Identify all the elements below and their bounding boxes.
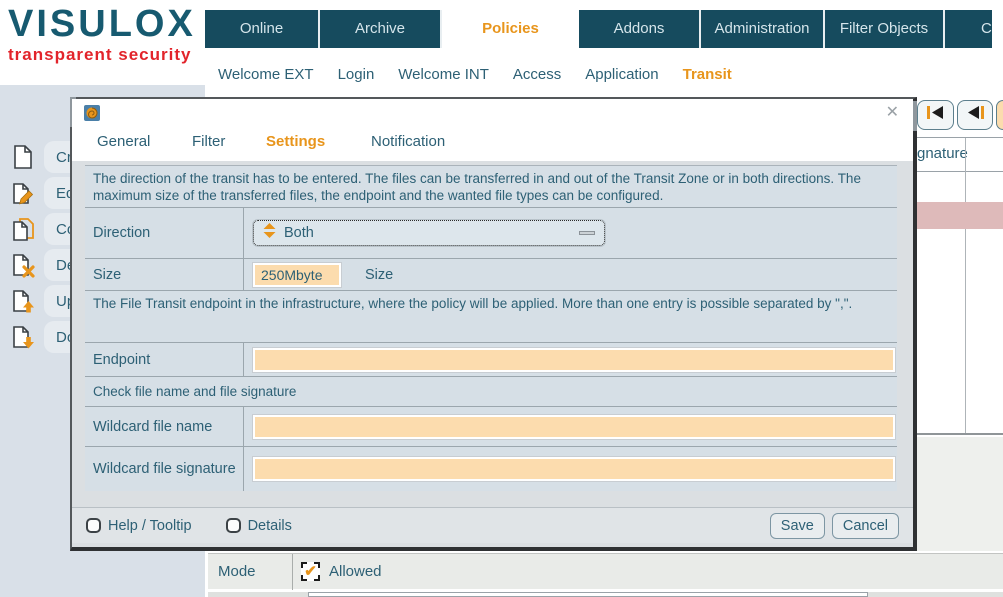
first-page-button[interactable] (917, 100, 954, 130)
mode-value: Allowed (329, 563, 382, 580)
logo-subtitle: transparent security (8, 45, 203, 65)
document-delete-icon (10, 252, 36, 278)
cancel-button[interactable]: Cancel (832, 513, 899, 539)
mode-form-row: Mode ✔ Allowed (208, 553, 1003, 589)
endpoint-label: Endpoint (85, 352, 243, 368)
policies-submenu: Welcome EXT Login Welcome INT Access App… (218, 63, 732, 87)
previous-page-button[interactable] (957, 100, 993, 130)
right-scrollbar-thumb[interactable] (913, 101, 917, 131)
submenu-access[interactable]: Access (513, 63, 561, 87)
check-icon: ✔ (304, 564, 317, 579)
visulox-app-icon (84, 105, 100, 121)
logo-title: VISULOX (8, 4, 203, 44)
wildcard-name-input[interactable] (253, 415, 895, 439)
check-heading: Check file name and file signature (85, 376, 897, 406)
document-upload-icon (10, 288, 36, 314)
main-nav: Online Archive Policies Addons Administr… (205, 10, 992, 48)
endpoint-row: Endpoint (85, 342, 897, 376)
transit-policy-dialog: ✕ General Filter Settings Notification T… (70, 97, 917, 551)
tab-settings[interactable]: Settings (266, 133, 325, 150)
app-logo: VISULOX transparent security (8, 4, 203, 65)
partial-form-row (208, 592, 1003, 597)
size-input[interactable] (253, 263, 341, 287)
wildcard-signature-row: Wildcard file signature (85, 446, 897, 491)
document-create-icon (10, 144, 36, 170)
direction-value: Both (284, 225, 314, 241)
document-copy-icon (10, 216, 36, 242)
tab-cutoff[interactable]: C (945, 10, 992, 48)
submenu-transit[interactable]: Transit (683, 63, 732, 87)
document-edit-icon (10, 180, 36, 206)
dialog-titlebar: ✕ (72, 99, 913, 127)
submenu-application[interactable]: Application (585, 63, 658, 87)
dialog-tabs: General Filter Settings Notification (72, 127, 913, 161)
wildcard-name-label: Wildcard file name (85, 419, 243, 435)
size-label: Size (85, 267, 243, 283)
direction-description: The direction of the transit has to be e… (85, 166, 897, 207)
tab-filter-objects[interactable]: Filter Objects (825, 10, 945, 48)
wildcard-signature-input[interactable] (253, 457, 895, 481)
partial-input (308, 592, 868, 597)
endpoint-description: The File Transit endpoint in the infrast… (85, 290, 897, 342)
submenu-welcome-int[interactable]: Welcome INT (398, 63, 489, 87)
submenu-welcome-ext[interactable]: Welcome EXT (218, 63, 314, 87)
tab-filter[interactable]: Filter (192, 133, 225, 150)
size-row: Size Size (85, 258, 897, 290)
next-page-button-cutoff[interactable] (996, 100, 1003, 130)
tab-notification[interactable]: Notification (371, 133, 445, 150)
wildcard-signature-label: Wildcard file signature (85, 461, 243, 477)
wildcard-name-row: Wildcard file name (85, 406, 897, 446)
skip-to-first-icon (926, 105, 945, 125)
endpoint-input[interactable] (253, 348, 895, 372)
tab-administration[interactable]: Administration (701, 10, 825, 48)
mode-label: Mode (208, 563, 292, 580)
form-divider (292, 554, 293, 590)
dialog-footer: Help / Tooltip Details Save Cancel (72, 507, 913, 543)
tab-archive[interactable]: Archive (320, 10, 442, 48)
direction-row: Direction Both (85, 207, 897, 258)
close-icon[interactable]: ✕ (886, 102, 899, 122)
help-tooltip-checkbox[interactable] (86, 518, 101, 533)
sort-diamond-icon (263, 223, 276, 243)
mode-allowed-checkbox[interactable]: ✔ (301, 562, 320, 581)
size-suffix: Size (365, 267, 393, 283)
settings-form: The direction of the transit has to be e… (85, 165, 897, 491)
save-button[interactable]: Save (770, 513, 825, 539)
details-checkbox[interactable] (226, 518, 241, 533)
tab-policies[interactable]: Policies (442, 10, 579, 48)
tab-addons[interactable]: Addons (579, 10, 701, 48)
direction-select[interactable]: Both (253, 220, 605, 246)
details-label: Details (248, 518, 292, 534)
previous-icon (966, 105, 985, 125)
column-header-signature: gnature (917, 145, 968, 162)
column-divider (965, 138, 966, 433)
submenu-login[interactable]: Login (338, 63, 375, 87)
dropdown-handle-icon (579, 231, 595, 235)
document-download-icon (10, 324, 36, 350)
direction-label: Direction (85, 225, 243, 241)
tab-general[interactable]: General (97, 133, 150, 150)
help-tooltip-label: Help / Tooltip (108, 518, 192, 534)
tab-online[interactable]: Online (205, 10, 320, 48)
